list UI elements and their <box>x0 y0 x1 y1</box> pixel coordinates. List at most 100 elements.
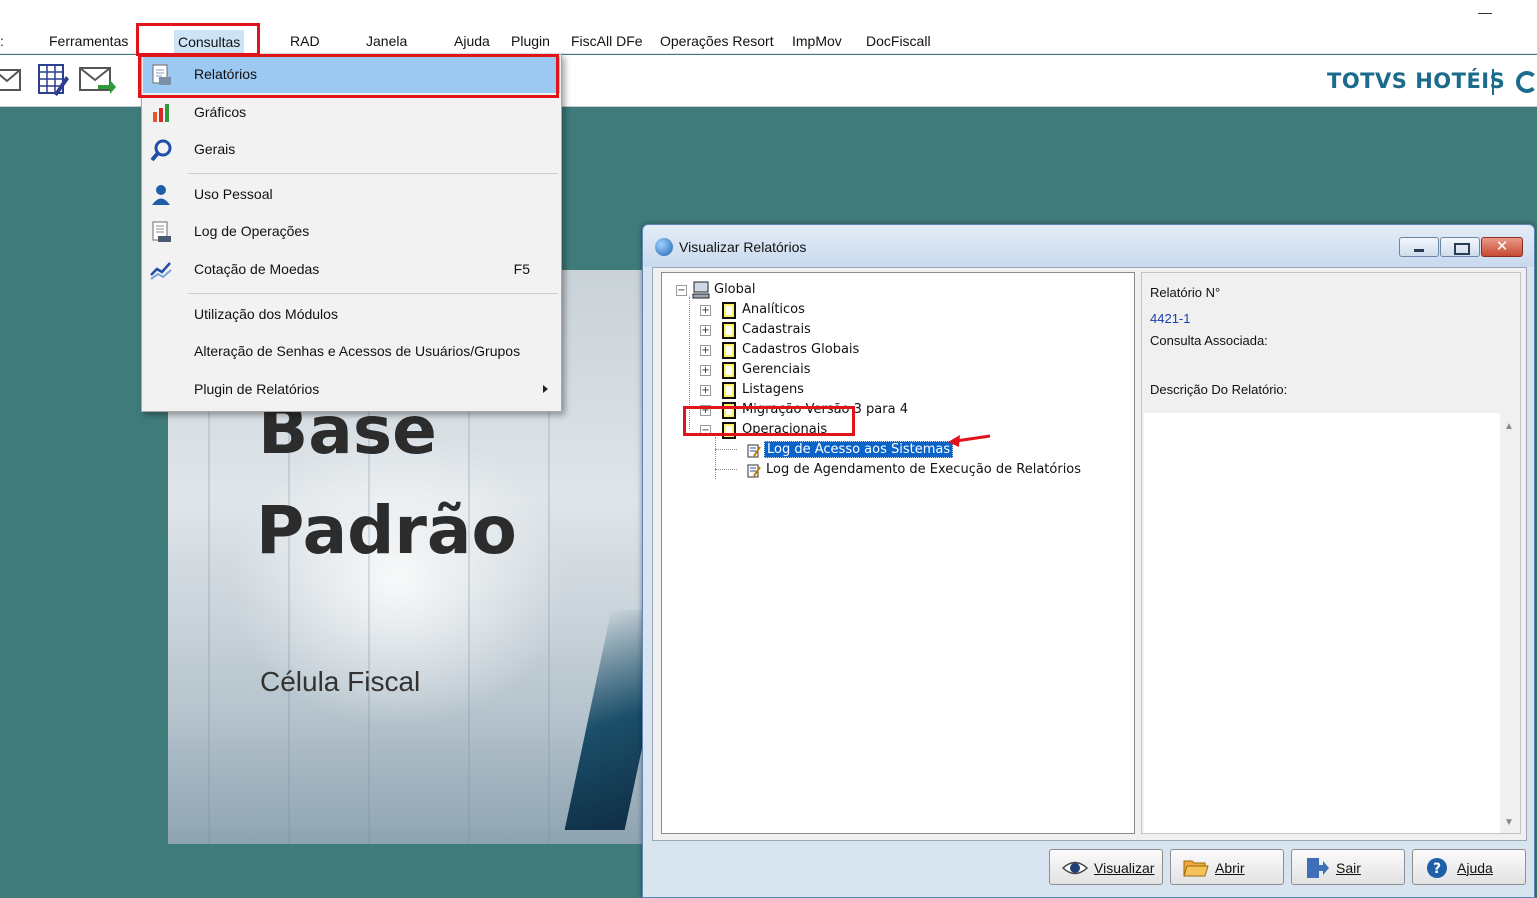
menu-item-graficos[interactable]: Gráficos <box>143 95 560 131</box>
folder-icon <box>722 362 736 379</box>
splash-subtitle: Célula Fiscal <box>260 666 421 697</box>
menu-janela[interactable]: Janela <box>366 33 407 49</box>
menu-separator <box>188 173 558 174</box>
folder-icon <box>722 322 736 339</box>
menu-item-alteracao-senhas[interactable]: Alteração de Senhas e Acessos de Usuário… <box>143 334 560 370</box>
dialog-title: Visualizar Relatórios <box>679 239 807 255</box>
dialog-body: − Global + Analíticos + Cadastrais + Cad… <box>652 267 1527 841</box>
log-document-icon <box>152 221 171 242</box>
menu-ferramentas[interactable]: Ferramentas <box>49 33 128 49</box>
button-label: Ajuda <box>1457 860 1493 876</box>
annotation-arrow-icon <box>948 434 991 447</box>
abrir-button[interactable]: Abrir <box>1170 849 1284 885</box>
mail-send-icon[interactable] <box>78 59 116 101</box>
window-top-strip: — <box>0 0 1537 30</box>
shortcut-key: F5 <box>513 261 530 277</box>
totvs-logo-icon <box>1516 71 1537 93</box>
folder-icon <box>722 342 736 359</box>
menu-rad[interactable]: RAD <box>290 33 320 49</box>
button-label: Abrir <box>1215 860 1245 876</box>
expand-toggle-icon[interactable]: + <box>700 385 711 396</box>
dialog-titlebar[interactable]: Visualizar Relatórios ✕ <box>643 225 1534 267</box>
menu-item-cut-off[interactable]: : <box>0 33 4 49</box>
menu-item-relatorios[interactable]: Relatórios <box>143 57 560 93</box>
expand-toggle-icon[interactable]: + <box>700 345 711 356</box>
menu-ajuda[interactable]: Ajuda <box>454 33 490 49</box>
expand-toggle-icon[interactable]: + <box>700 365 711 376</box>
menu-item-gerais[interactable]: Gerais <box>143 132 560 168</box>
expand-toggle-icon[interactable]: + <box>700 305 711 316</box>
folder-icon <box>722 382 736 399</box>
menu-item-log-operacoes[interactable]: Log de Operações <box>143 214 560 250</box>
dialog-maximize-button[interactable] <box>1440 237 1480 257</box>
description-scrollbar[interactable]: ▲ ▼ <box>1500 413 1518 833</box>
tree-label: Migração Versão 3 para 4 <box>742 402 908 417</box>
folder-icon <box>722 402 736 419</box>
folder-open-icon <box>1183 860 1209 877</box>
folder-icon <box>722 302 736 319</box>
tree-label: Listagens <box>742 382 804 397</box>
report-file-icon <box>747 444 761 458</box>
button-label: Visualizar <box>1094 860 1155 876</box>
consultas-dropdown-menu: Relatórios Gráficos Gerais Uso Pessoal L… <box>141 54 562 412</box>
dialog-minimize-button[interactable] <box>1399 237 1439 257</box>
visualizar-button[interactable]: Visualizar <box>1049 849 1163 885</box>
magnifier-icon <box>150 139 172 161</box>
bar-chart-icon <box>153 104 169 122</box>
menu-item-utilizacao-modulos[interactable]: Utilização dos Módulos <box>143 297 560 333</box>
menu-item-label: Utilização dos Módulos <box>194 306 338 322</box>
menu-plugin[interactable]: Plugin <box>511 33 550 49</box>
menu-item-cotacao-moedas[interactable]: Cotação de Moedas F5 <box>143 252 560 288</box>
menu-item-label: Gerais <box>194 141 236 157</box>
expand-toggle-icon[interactable]: + <box>700 325 711 336</box>
report-icon <box>152 64 171 85</box>
tree-label-selected: Log de Acesso aos Sistemas <box>764 441 954 458</box>
sair-button[interactable]: Sair <box>1291 849 1405 885</box>
menu-docfiscall[interactable]: DocFiscall <box>866 33 931 49</box>
tree-label: Global <box>714 282 756 297</box>
help-icon: ? <box>1427 858 1447 878</box>
computer-icon <box>692 281 710 299</box>
spreadsheet-edit-icon[interactable] <box>34 59 72 101</box>
tree-label: Operacionais <box>742 422 828 437</box>
close-icon: ✕ <box>1495 237 1509 255</box>
totvs-hoteis-logo: TOTVS HOTÉIS <box>1327 69 1506 93</box>
collapse-toggle-icon[interactable]: − <box>676 285 687 296</box>
exit-door-icon <box>1307 858 1329 878</box>
description-label: Descrição Do Relatório: <box>1150 382 1288 397</box>
currency-chart-icon <box>150 262 172 280</box>
menu-item-label: Gráficos <box>194 104 247 120</box>
splash-accent-graphic <box>564 610 648 830</box>
menu-item-label: Uso Pessoal <box>194 186 273 202</box>
submenu-arrow-icon <box>543 385 548 393</box>
scroll-down-icon[interactable]: ▼ <box>1504 817 1514 828</box>
menu-item-plugin-relatorios[interactable]: Plugin de Relatórios <box>143 372 560 408</box>
collapse-toggle-icon[interactable]: − <box>700 425 711 436</box>
mail-icon[interactable] <box>0 59 26 101</box>
app-minimize-button[interactable]: — <box>1478 4 1492 20</box>
expand-toggle-icon[interactable]: + <box>700 405 711 416</box>
menu-impmov[interactable]: ImpMov <box>792 33 842 49</box>
report-number-value: 4421-1 <box>1150 311 1191 326</box>
tree-label: Cadastrais <box>742 322 811 337</box>
description-textarea[interactable] <box>1144 413 1500 833</box>
menu-operacoes-resort[interactable]: Operações Resort <box>660 33 774 49</box>
menu-bar: : Ferramentas Consultas RAD Janela Ajuda… <box>0 30 1537 54</box>
splash-title-line2: Padrão <box>256 492 517 569</box>
menu-consultas[interactable]: Consultas <box>174 30 245 54</box>
eye-icon <box>1062 861 1088 875</box>
associated-query-label: Consulta Associada: <box>1150 333 1268 348</box>
dialog-close-button[interactable]: ✕ <box>1481 237 1523 257</box>
report-tree[interactable]: − Global + Analíticos + Cadastrais + Cad… <box>661 272 1135 834</box>
report-number-label: Relatório N° <box>1150 285 1221 300</box>
tree-label: Gerenciais <box>742 362 811 377</box>
menu-item-label: Alteração de Senhas e Acessos de Usuário… <box>194 343 521 359</box>
menu-fiscall-dfe[interactable]: FiscAll DFe <box>571 33 643 49</box>
ajuda-button[interactable]: ? Ajuda <box>1412 849 1526 885</box>
tree-label: Analíticos <box>742 302 805 317</box>
menu-item-uso-pessoal[interactable]: Uso Pessoal <box>143 177 560 213</box>
scroll-up-icon[interactable]: ▲ <box>1504 421 1514 432</box>
report-file-icon <box>747 464 761 478</box>
globe-icon <box>655 238 673 256</box>
brand-separator <box>1492 69 1494 95</box>
